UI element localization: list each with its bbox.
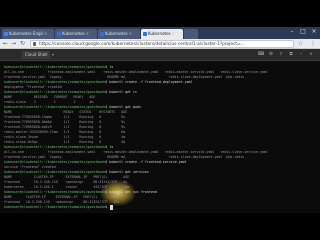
maximize-window-icon[interactable]: □ — [298, 28, 308, 36]
settings-icon[interactable]: ⚙ — [268, 52, 274, 58]
shell-output: frontend-778955858-14qmm 1/1 Running 0 9… — [4, 115, 126, 119]
minimize-window-icon[interactable]: – — [287, 28, 297, 36]
shell-output: deployment "frontend" created — [4, 85, 62, 89]
shell-prompt: kubeuser@cloudshell:~/kubernetes/example… — [4, 205, 106, 209]
shell-output: frontend-service.yaml legacy README.md r… — [4, 155, 245, 159]
shell-prompt: kubeuser@cloudshell:~/kubernetes/example… — [4, 105, 106, 109]
shell-command: $ kubectl get pods — [105, 105, 141, 109]
address-bar[interactable]: https://console.cloud.google.com/kuberne… — [30, 40, 294, 48]
shell-output: service "frontend" created — [4, 165, 56, 169]
tab-close-icon[interactable]: × — [129, 31, 132, 36]
new-window-icon[interactable]: ⧉ — [288, 52, 294, 58]
shell-output: NAME CLUSTER-IP EXTERNAL-IP PORT(S) AGE — [4, 175, 130, 179]
video-letterbox-bottom — [0, 213, 320, 240]
shell-prompt: kubeuser@cloudshell:~/kubernetes/example… — [4, 65, 106, 69]
reload-icon[interactable]: ↻ — [19, 40, 26, 48]
browser-toolbar: ← → ↻ https://console.cloud.google.com/k… — [0, 39, 320, 49]
terminal-command-line: kubeuser@cloudshell:~/kubernetes/example… — [4, 205, 316, 210]
shell-output: kubernetes 10.3.240.1 <none> 443/TCP 18m — [4, 185, 130, 189]
bookmark-star-icon[interactable]: ☆ — [298, 40, 303, 48]
shell-prompt: kubeuser@cloudshell:~/kubernetes/example… — [4, 170, 106, 174]
browser-tab-strip: Kubernetes Engine -× Kubernetes× Kuberne… — [0, 27, 320, 39]
shell-output: frontend-778955858-mq2v9 1/1 Running 0 9… — [4, 125, 126, 129]
kubernetes-favicon-icon — [57, 32, 61, 36]
browser-tab[interactable]: Kubernetes× — [55, 29, 97, 39]
address-bar-url: https://console.cloud.google.com/kuberne… — [39, 42, 245, 47]
browser-tab-active[interactable]: Kubernetes× — [141, 29, 183, 39]
kubernetes-favicon-icon — [100, 32, 104, 36]
shell-output: redis-master-343230949-1lmm 1/1 Running … — [4, 130, 126, 134]
video-letterbox-top — [0, 0, 320, 27]
shell-command: $ kubectl get rc — [105, 90, 137, 94]
browser-tab[interactable]: Kubernetes Engine -× — [2, 29, 54, 39]
shell-command: $ ls — [105, 65, 114, 69]
kubernetes-favicon-icon — [143, 32, 147, 36]
tab-close-icon[interactable]: × — [86, 31, 89, 36]
new-tab-button[interactable] — [184, 29, 198, 39]
shell-output: frontend 10.3.248.120 <pending> 80:31323… — [4, 200, 120, 204]
chevron-down-icon[interactable]: ▾ — [52, 52, 54, 58]
shell-output: frontend-service.yaml legacy README.md r… — [4, 75, 245, 79]
tab-close-icon[interactable]: × — [172, 31, 175, 36]
lock-icon — [33, 42, 36, 46]
shell-command: $ ls — [105, 145, 114, 149]
minimize-icon[interactable]: – — [298, 52, 304, 58]
shell-output: frontend-778955858-6bb6d 1/1 Running 0 9… — [4, 120, 126, 124]
shell-prompt: kubeuser@cloudshell:~/kubernetes/example… — [4, 190, 106, 194]
shell-prompt: kubeuser@cloudshell:~/kubernetes/example… — [4, 90, 106, 94]
shell-output: all-in-one frontend-deployment.yaml redi… — [4, 70, 268, 74]
shell-prompt: kubeuser@cloudshell:~/kubernetes/example… — [4, 145, 106, 149]
shell-prompt: kubeuser@cloudshell:~/kubernetes/example… — [4, 160, 106, 164]
shell-command: $ — [105, 205, 110, 209]
shell-output: redis-slave 2 2 2 4m — [4, 100, 94, 104]
shell-output: NAME DESIRED CURRENT READY AGE — [4, 95, 96, 99]
shell-command: $ kubectl create -f frontend-deployment.… — [105, 80, 193, 84]
shell-output: NAME READY STATUS RESTARTS AGE — [4, 110, 128, 114]
terminal-cursor — [110, 205, 113, 210]
upload-icon[interactable]: ⇧ — [278, 52, 284, 58]
shell-command: $ kubectl get svc frontend — [105, 190, 157, 194]
cloud-shell-header: Cloud Shell ▾ ⌨ ⚙ ⇧ ⧉ – × — [0, 49, 320, 61]
shell-command: $ kubectl get services — [105, 170, 149, 174]
close-window-icon[interactable]: × — [309, 28, 319, 36]
shell-output: all-in-one frontend-deployment.yaml redi… — [4, 150, 268, 154]
browser-tab[interactable]: Kubernetes× — [98, 29, 140, 39]
close-icon[interactable]: × — [308, 52, 314, 58]
shell-output: redis-slave-3zwvm 1/1 Running 0 4m — [4, 135, 126, 139]
gcp-favicon-icon — [4, 32, 8, 36]
shell-command: $ kubectl create -f frontend-service.yam… — [105, 160, 187, 164]
back-icon[interactable]: ← — [2, 40, 9, 48]
tab-close-icon[interactable]: × — [44, 31, 47, 36]
keyboard-icon[interactable]: ⌨ — [258, 52, 265, 58]
browser-window: Kubernetes Engine -× Kubernetes× Kuberne… — [0, 27, 320, 213]
shell-prompt: kubeuser@cloudshell:~/kubernetes/example… — [4, 80, 106, 84]
terminal-output[interactable]: kubeuser@cloudshell:~/kubernetes/example… — [0, 62, 320, 213]
shell-output: NAME CLUSTER-IP EXTERNAL-IP PORT(S) AGE — [4, 195, 120, 199]
shell-output: redis-slave-6n9qc 1/1 Running 0 4m — [4, 140, 126, 144]
forward-icon[interactable]: → — [10, 40, 17, 48]
cloud-shell-tab[interactable]: Cloud Shell — [22, 51, 51, 59]
shell-output: frontend 10.3.248.120 <pending> 80:31323… — [4, 180, 128, 184]
browser-menu-icon[interactable]: ⋮ — [310, 40, 316, 48]
